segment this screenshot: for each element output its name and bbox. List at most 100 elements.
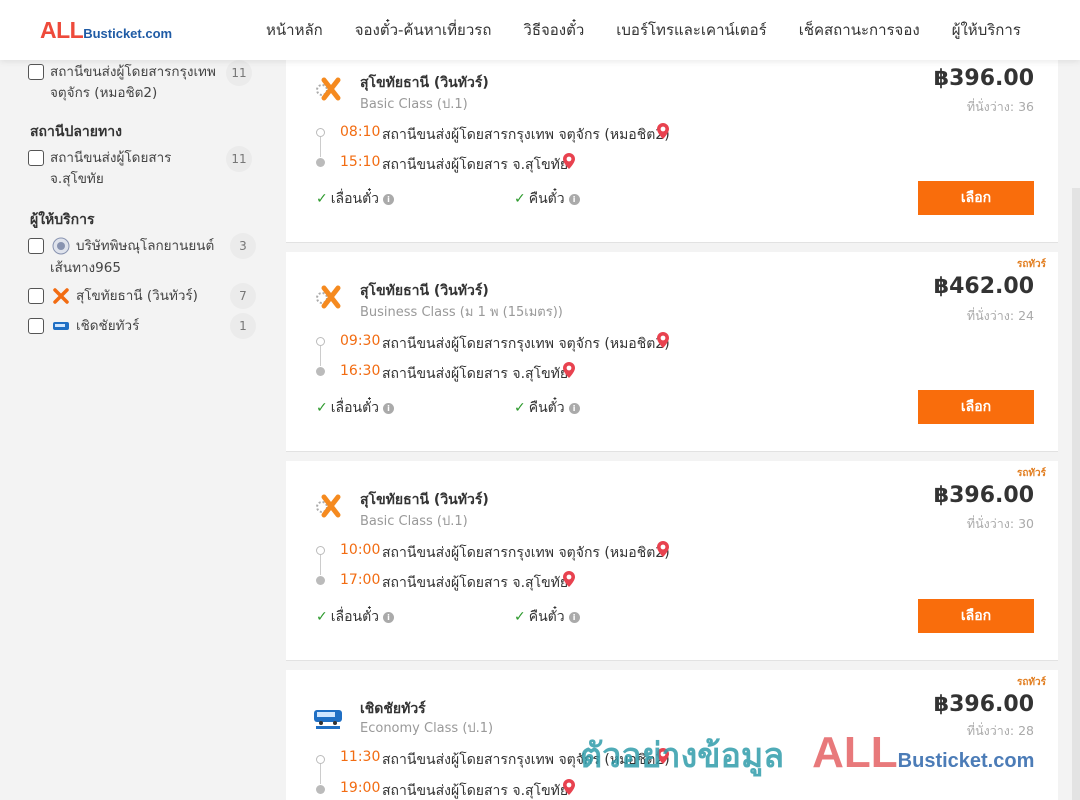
- trip-card: รถทัวร์ สุโขทัยธานี (วินทัวร์) Business …: [286, 252, 1058, 452]
- checkbox[interactable]: [28, 238, 44, 254]
- feature-change-ticket: ✓ เลื่อนตั๋ว i: [316, 188, 395, 210]
- feature-change-ticket: ✓ เลื่อนตั๋ว i: [316, 606, 395, 628]
- info-icon[interactable]: i: [568, 611, 580, 623]
- feature-label: เลื่อนตั๋ว: [330, 609, 380, 625]
- win-tour-logo: [312, 74, 344, 106]
- timeline-line: [320, 137, 321, 157]
- map-pin-icon[interactable]: [563, 153, 575, 169]
- arrival-dot: [316, 158, 325, 167]
- filter-operator-pitsanulok[interactable]: บริษัทพิษณุโลกยานยนต์: [28, 236, 214, 257]
- bus-class: Basic Class (ป.1): [360, 97, 468, 112]
- info-icon[interactable]: i: [383, 402, 395, 414]
- nav-operators[interactable]: ผู้ให้บริการ: [952, 18, 1021, 42]
- operator-name: สุโขทัยธานี (วินทัวร์): [360, 75, 489, 91]
- filter-label: เชิดชัยทัวร์: [76, 318, 140, 334]
- sukhothai-win-tour-icon: [52, 287, 70, 305]
- feature-refund-ticket: ✓ คืนตั๋ว i: [514, 188, 580, 210]
- filter-label: สุโขทัยธานี (วินทัวร์): [76, 288, 198, 304]
- price: ฿462.00: [933, 274, 1034, 299]
- seats-available: ที่นั่งว่าง: 24: [966, 308, 1034, 323]
- nav-how-to-book[interactable]: วิธีจองตั๋ว: [523, 18, 584, 42]
- feature-refund-ticket: ✓ คืนตั๋ว i: [514, 397, 580, 419]
- site-header: ALLBusticket.com หน้าหลัก จองตั๋ว-ค้นหาเ…: [0, 0, 1080, 60]
- main-nav: หน้าหลัก จองตั๋ว-ค้นหาเที่ยวรถ วิธีจองตั…: [250, 0, 1037, 60]
- departure-time: 08:10: [340, 124, 381, 140]
- map-pin-icon[interactable]: [563, 362, 575, 378]
- feature-label: เลื่อนตั๋ว: [330, 191, 380, 207]
- arrival-dot: [316, 576, 325, 585]
- map-pin-icon[interactable]: [657, 541, 669, 557]
- scrollbar[interactable]: [1072, 188, 1080, 800]
- departure-dot: [316, 337, 325, 346]
- departure-station: สถานีขนส่งผู้โดยสารกรุงเทพ จตุจักร (หมอช…: [382, 127, 670, 143]
- arrival-dot: [316, 785, 325, 794]
- feature-label: คืนตั๋ว: [528, 609, 565, 625]
- timeline-line: [320, 764, 321, 784]
- trip-card: รถทัวร์ สุโขทัยธานี (วินทัวร์) Basic Cla…: [286, 461, 1058, 661]
- checkbox[interactable]: [28, 64, 44, 80]
- departure-dot: [316, 546, 325, 555]
- filter-operator-win-tour[interactable]: สุโขทัยธานี (วินทัวร์): [28, 286, 198, 307]
- price: ฿396.00: [933, 692, 1034, 717]
- departure-station: สถานีขนส่งผู้โดยสารกรุงเทพ จตุจักร (หมอช…: [382, 545, 670, 561]
- check-icon: ✓: [514, 609, 526, 625]
- filter-sidebar: สถานีขนส่งผู้โดยสารกรุงเทพจตุจักร (หมอชิ…: [0, 60, 270, 800]
- win-tour-logo: [312, 491, 344, 523]
- departure-dot: [316, 755, 325, 764]
- filter-destination-item[interactable]: สถานีขนส่งผู้โดยสาร จ.สุโขทัย: [28, 148, 171, 190]
- arrival-station: สถานีขนส่งผู้โดยสาร จ.สุโขทัย: [382, 783, 569, 799]
- nav-phone-counter[interactable]: เบอร์โทรและเคาน์เตอร์: [616, 18, 766, 42]
- arrival-time: 15:10: [340, 154, 381, 170]
- map-pin-icon[interactable]: [657, 332, 669, 348]
- map-pin-icon[interactable]: [563, 779, 575, 795]
- checkbox[interactable]: [28, 318, 44, 334]
- info-icon[interactable]: i: [383, 611, 395, 623]
- filter-count-badge: 1: [230, 313, 256, 339]
- nav-home[interactable]: หน้าหลัก: [266, 18, 323, 42]
- select-button[interactable]: เลือก: [918, 390, 1034, 424]
- info-icon[interactable]: i: [568, 402, 580, 414]
- seats-available: ที่นั่งว่าง: 36: [966, 99, 1034, 114]
- check-icon: ✓: [514, 191, 526, 207]
- nav-book-search[interactable]: จองตั๋ว-ค้นหาเที่ยวรถ: [355, 18, 492, 42]
- info-icon[interactable]: i: [568, 193, 580, 205]
- checkbox[interactable]: [28, 288, 44, 304]
- operator-name: สุโขทัยธานี (วินทัวร์): [360, 283, 489, 299]
- departure-time: 09:30: [340, 333, 381, 349]
- check-icon: ✓: [316, 191, 328, 207]
- logo-rest-text: Busticket.com: [83, 26, 173, 41]
- select-button[interactable]: เลือก: [918, 181, 1034, 215]
- filter-label-line2: จตุจักร (หมอชิต2): [50, 85, 158, 101]
- filter-label-line2: เส้นทาง965: [50, 260, 121, 276]
- arrival-station: สถานีขนส่งผู้โดยสาร จ.สุโขทัย: [382, 366, 569, 382]
- logo-all-text: ALL: [40, 17, 84, 43]
- filter-label: บริษัทพิษณุโลกยานยนต์: [76, 238, 215, 254]
- cherdchai-tour-icon: [52, 317, 70, 335]
- map-pin-icon[interactable]: [657, 123, 669, 139]
- departure-dot: [316, 128, 325, 137]
- filter-count-badge: 3: [230, 233, 256, 259]
- feature-refund-ticket: ✓ คืนตั๋ว i: [514, 606, 580, 628]
- destination-heading: สถานีปลายทาง: [30, 124, 122, 140]
- win-tour-logo: [312, 282, 344, 314]
- filter-origin-item[interactable]: สถานีขนส่งผู้โดยสารกรุงเทพจตุจักร (หมอชิ…: [28, 62, 216, 104]
- nav-check-status[interactable]: เช็คสถานะการจอง: [799, 18, 920, 42]
- info-icon[interactable]: i: [383, 193, 395, 205]
- arrival-station: สถานีขนส่งผู้โดยสาร จ.สุโขทัย: [382, 575, 569, 591]
- feature-label: คืนตั๋ว: [528, 400, 565, 416]
- map-pin-icon[interactable]: [563, 571, 575, 587]
- checkbox[interactable]: [28, 150, 44, 166]
- seats-available: ที่นั่งว่าง: 30: [966, 516, 1034, 531]
- check-icon: ✓: [316, 400, 328, 416]
- arrival-time: 17:00: [340, 572, 381, 588]
- feature-label: เลื่อนตั๋ว: [330, 400, 380, 416]
- site-logo[interactable]: ALLBusticket.com: [40, 17, 172, 44]
- filter-operator-cherdchai[interactable]: เชิดชัยทัวร์: [28, 316, 139, 337]
- operator-name: สุโขทัยธานี (วินทัวร์): [360, 492, 489, 508]
- watermark-rest-text: Busticket.com: [897, 750, 1035, 772]
- select-button[interactable]: เลือก: [918, 599, 1034, 633]
- filter-label: สถานีขนส่งผู้โดยสาร: [50, 150, 172, 166]
- arrival-time: 19:00: [340, 780, 381, 796]
- check-icon: ✓: [316, 609, 328, 625]
- filter-label: สถานีขนส่งผู้โดยสารกรุงเทพ: [50, 64, 216, 80]
